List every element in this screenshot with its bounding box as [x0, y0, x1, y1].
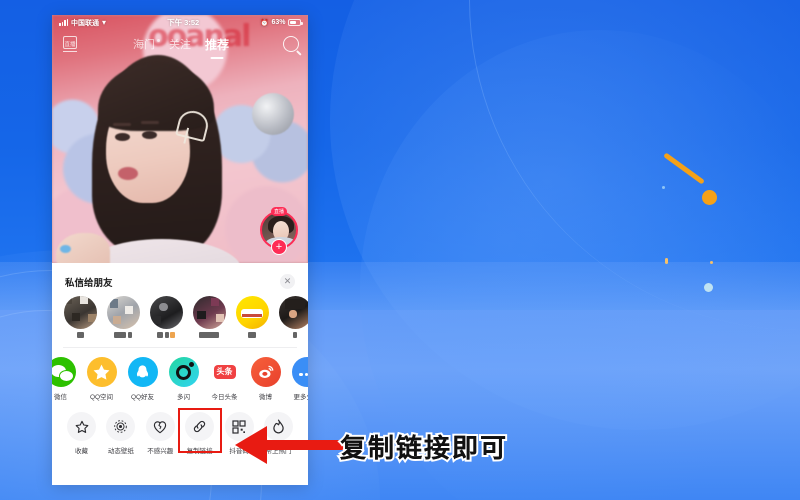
- action-not-interested-label: 不感兴趣: [147, 448, 174, 455]
- toutiao-badge-label: 头条: [213, 365, 236, 379]
- friend-name-masked: [147, 332, 185, 338]
- battery-icon: [288, 19, 303, 26]
- friend-avatar-1: [63, 296, 97, 329]
- more-share-icon: [291, 357, 308, 387]
- share-app-weibo[interactable]: 微博: [245, 357, 286, 401]
- broken-heart-icon: [145, 412, 175, 441]
- live-wallpaper-icon: [106, 412, 136, 441]
- alarm-icon: ⏰: [260, 19, 269, 27]
- small-dot-3: [710, 261, 713, 264]
- subject-nail: [60, 245, 71, 253]
- share-app-duoshan-label: 多闪: [177, 394, 190, 401]
- carrier-label: 中国联通: [71, 19, 99, 27]
- weibo-icon: [250, 357, 281, 387]
- tab-following[interactable]: 关注: [169, 36, 191, 52]
- wechat-icon: [52, 357, 76, 387]
- video-subject: [56, 55, 242, 263]
- tab-haimen[interactable]: 海门: [132, 36, 160, 52]
- live-broadcast-icon[interactable]: 直播: [61, 36, 79, 52]
- feed-navbar: 直播 海门 关注 推荐: [52, 31, 308, 59]
- list-item[interactable]: [276, 296, 308, 338]
- share-app-qq-label: QQ好友: [130, 394, 155, 401]
- share-app-more-label: 更多分享: [293, 394, 309, 401]
- action-favorite-label: 收藏: [75, 448, 88, 455]
- list-item[interactable]: [190, 296, 228, 338]
- friend-avatar-4: [192, 296, 226, 329]
- duoshan-icon: [168, 357, 199, 387]
- status-bar-left: 中国联通 ▾: [59, 18, 106, 28]
- friend-avatar-2: [106, 296, 140, 329]
- small-dot-4: [704, 283, 713, 292]
- qzone-icon: [86, 357, 117, 387]
- list-item[interactable]: [61, 296, 99, 338]
- battery-percent-label: 63%: [271, 19, 286, 26]
- share-app-more[interactable]: 更多分享: [286, 357, 308, 401]
- status-bar-right: ⏰ 63%: [260, 19, 303, 27]
- share-app-wechat[interactable]: 微信: [52, 357, 81, 401]
- share-sheet-header: 私信给朋友 ✕: [52, 263, 308, 296]
- star-icon: [67, 412, 96, 441]
- tab-recommend[interactable]: 推荐: [204, 36, 229, 59]
- live-status-badge: 直播: [270, 207, 288, 216]
- feed-tabs: 海门 关注 推荐: [79, 36, 283, 59]
- action-not-interested[interactable]: 不感兴趣: [142, 412, 179, 455]
- share-app-toutiao-label: 今日头条: [211, 394, 238, 401]
- toutiao-icon: 头条: [209, 357, 240, 387]
- signal-bars-icon: [59, 19, 68, 26]
- subject-eye-right: [142, 131, 157, 139]
- highlight-box: [178, 408, 223, 453]
- tab-following-label: 关注: [168, 39, 191, 51]
- share-app-duoshan[interactable]: 多闪: [163, 357, 204, 401]
- subject-brow-left: [113, 123, 131, 126]
- friend-name-masked: [61, 332, 99, 338]
- action-live-wallpaper[interactable]: 动态壁纸: [102, 412, 139, 455]
- subject-brow-right: [141, 121, 159, 124]
- follow-button[interactable]: +: [271, 239, 287, 255]
- share-sheet-title: 私信给朋友: [65, 277, 113, 289]
- share-app-qzone[interactable]: QQ空间: [81, 357, 122, 401]
- action-copy-link[interactable]: 复制链接: [178, 408, 223, 455]
- friend-name-masked: [276, 332, 308, 338]
- friends-list: [52, 296, 308, 338]
- tab-haimen-dot-icon: [156, 39, 160, 42]
- action-live-wallpaper-label: 动态壁纸: [107, 448, 134, 455]
- status-bar: 中国联通 ▾ 下午 3:52 ⏰ 63%: [52, 15, 308, 30]
- close-icon[interactable]: ✕: [280, 274, 295, 289]
- share-app-toutiao[interactable]: 头条 今日头条: [204, 357, 245, 401]
- orange-dot-large: [702, 190, 717, 205]
- status-bar-clock: 下午 3:52: [167, 18, 200, 27]
- small-dot-2: [665, 258, 668, 264]
- small-dot-1: [662, 186, 665, 189]
- subject-eye-left: [115, 133, 130, 141]
- video-feed[interactable]: ooanal 中国联通 ▾ 下午 3:52 ⏰ 63% 直播 海门 关注 推荐 …: [52, 15, 308, 263]
- arrow-head: [235, 426, 267, 464]
- tab-recommend-label: 推荐: [204, 37, 229, 52]
- subject-mouth: [118, 167, 138, 180]
- share-apps-row: 微信 QQ空间 QQ好友 多闪 头条 今日头条 微博 更多: [52, 348, 308, 401]
- friend-avatar-5: [235, 296, 269, 329]
- annotation-text: 复制链接即可: [340, 433, 509, 463]
- phone-screenshot: ooanal 中国联通 ▾ 下午 3:52 ⏰ 63% 直播 海门 关注 推荐 …: [52, 15, 308, 485]
- share-app-weibo-label: 微博: [259, 394, 272, 401]
- list-item[interactable]: [147, 296, 185, 338]
- friend-avatar-6: [278, 296, 308, 329]
- share-app-wechat-label: 微信: [54, 394, 67, 401]
- search-icon[interactable]: [283, 36, 299, 52]
- friend-name-masked: [190, 332, 228, 338]
- tab-haimen-label: 海门: [132, 39, 155, 51]
- friend-name-masked: [233, 332, 271, 338]
- author-avatar-group[interactable]: 直播 +: [260, 207, 298, 255]
- qq-icon: [127, 357, 158, 387]
- list-item[interactable]: [233, 296, 271, 338]
- action-favorite[interactable]: 收藏: [63, 412, 100, 455]
- friend-avatar-3: [149, 296, 183, 329]
- share-app-qq[interactable]: QQ好友: [122, 357, 163, 401]
- tab-active-underline: [210, 56, 224, 59]
- friend-name-masked: [104, 332, 142, 338]
- balloon-disc-decoration: [252, 93, 294, 135]
- share-app-qzone-label: QQ空间: [89, 394, 114, 401]
- list-item[interactable]: [104, 296, 142, 338]
